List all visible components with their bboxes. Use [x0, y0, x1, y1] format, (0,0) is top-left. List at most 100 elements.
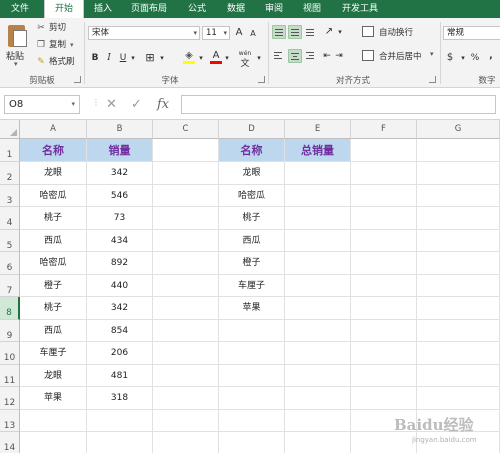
chevron-down-icon[interactable]: ▾ — [129, 51, 137, 65]
cell[interactable] — [351, 275, 417, 297]
row-header-12[interactable]: 12 — [0, 387, 20, 410]
cell[interactable] — [285, 185, 351, 207]
cell[interactable] — [285, 365, 351, 387]
alignment-launcher-icon[interactable] — [429, 76, 436, 83]
more-options-icon[interactable]: ⋮ — [92, 98, 100, 107]
percent-button[interactable]: % — [469, 51, 481, 65]
tab-formulas[interactable]: 公式 — [180, 0, 214, 18]
cell[interactable] — [20, 410, 87, 432]
table1-data-cell[interactable]: 434 — [87, 230, 153, 252]
cell[interactable] — [351, 230, 417, 252]
cell[interactable] — [417, 387, 500, 410]
table1-data-cell[interactable]: 龙眼 — [20, 162, 87, 185]
table2-data-cell[interactable]: 苹果 — [219, 297, 285, 320]
cell[interactable] — [417, 320, 500, 342]
table1-data-cell[interactable]: 车厘子 — [20, 342, 87, 365]
column-header-g[interactable]: G — [417, 120, 500, 139]
font-color-button[interactable]: A — [210, 49, 222, 64]
cell[interactable] — [417, 342, 500, 365]
cell[interactable] — [153, 387, 219, 410]
cell[interactable] — [153, 432, 219, 453]
chevron-down-icon[interactable]: ▾ — [158, 51, 166, 65]
table2-data-cell[interactable]: 哈密瓜 — [219, 185, 285, 207]
cell[interactable] — [153, 365, 219, 387]
row-header-13[interactable]: 13 — [0, 410, 20, 432]
border-icon[interactable]: ⊞ — [142, 51, 158, 65]
cell[interactable] — [351, 207, 417, 230]
number-format-select[interactable]: 常规 — [443, 26, 500, 40]
cell[interactable] — [153, 139, 219, 162]
table1-data-cell[interactable]: 892 — [87, 252, 153, 275]
tab-view[interactable]: 视图 — [296, 0, 328, 18]
font-size-select[interactable]: 11 ▾ — [202, 26, 230, 40]
cell[interactable] — [219, 432, 285, 453]
cell[interactable] — [153, 162, 219, 185]
cell[interactable] — [351, 297, 417, 320]
cell[interactable] — [285, 252, 351, 275]
column-header-f[interactable]: F — [351, 120, 417, 139]
cell[interactable] — [285, 410, 351, 432]
increase-indent-icon[interactable]: ⇥ — [334, 49, 344, 63]
format-painter-button[interactable]: ✎ 格式刷 — [36, 56, 74, 68]
table1-header-cell[interactable]: 名称 — [20, 139, 87, 162]
worksheet-grid[interactable]: A B C D E F G 1 2 3 4 5 6 7 8 9 10 11 12 13 14 名称 销量 龙眼 342 哈密瓜 54… — [0, 120, 500, 453]
cell[interactable] — [153, 320, 219, 342]
chevron-down-icon[interactable]: ▾ — [459, 51, 467, 65]
row-header-4[interactable]: 4 — [0, 207, 20, 230]
copy-button[interactable]: ❐ 复制 ▾ — [36, 39, 74, 51]
column-header-a[interactable]: A — [20, 120, 87, 139]
cell[interactable] — [285, 432, 351, 453]
comma-button[interactable]: , — [486, 49, 496, 63]
merge-center-button[interactable]: 合并后居中 ▾ — [346, 49, 438, 63]
table1-data-cell[interactable]: 318 — [87, 387, 153, 410]
table1-header-cell[interactable]: 销量 — [87, 139, 153, 162]
row-header-1[interactable]: 1 — [0, 139, 20, 162]
table1-data-cell[interactable]: 西瓜 — [20, 320, 87, 342]
cell[interactable] — [285, 162, 351, 185]
chevron-down-icon[interactable]: ▾ — [255, 51, 263, 65]
name-box[interactable]: O8 ▾ — [4, 95, 80, 114]
table1-data-cell[interactable]: 哈密瓜 — [20, 185, 87, 207]
table1-data-cell[interactable]: 481 — [87, 365, 153, 387]
cell[interactable] — [87, 432, 153, 453]
cell[interactable] — [153, 275, 219, 297]
table1-data-cell[interactable]: 桃子 — [20, 207, 87, 230]
cell[interactable] — [153, 207, 219, 230]
cell[interactable] — [417, 207, 500, 230]
table1-data-cell[interactable]: 73 — [87, 207, 153, 230]
cell[interactable] — [417, 297, 500, 320]
cell[interactable] — [417, 139, 500, 162]
cell[interactable] — [351, 162, 417, 185]
insert-function-icon[interactable]: fx — [157, 95, 169, 114]
cell[interactable] — [351, 252, 417, 275]
cell[interactable] — [285, 275, 351, 297]
align-top-icon[interactable] — [272, 25, 286, 39]
cell[interactable] — [285, 297, 351, 320]
row-header-5[interactable]: 5 — [0, 230, 20, 252]
cell[interactable] — [153, 252, 219, 275]
table2-data-cell[interactable]: 车厘子 — [219, 275, 285, 297]
row-header-3[interactable]: 3 — [0, 185, 20, 207]
tab-data[interactable]: 数据 — [220, 0, 252, 18]
row-header-10[interactable]: 10 — [0, 342, 20, 365]
table2-data-cell[interactable]: 西瓜 — [219, 230, 285, 252]
cell[interactable] — [219, 410, 285, 432]
table1-data-cell[interactable]: 苹果 — [20, 387, 87, 410]
row-header-14[interactable]: 14 — [0, 432, 20, 453]
column-header-c[interactable]: C — [153, 120, 219, 139]
cell[interactable] — [285, 320, 351, 342]
cell[interactable] — [351, 365, 417, 387]
align-left-icon[interactable] — [272, 49, 286, 63]
decrease-font-button[interactable]: A — [248, 27, 258, 41]
table1-data-cell[interactable]: 342 — [87, 162, 153, 185]
clipboard-launcher-icon[interactable] — [74, 76, 81, 83]
chevron-down-icon[interactable]: ▾ — [223, 51, 231, 65]
tab-file[interactable]: 文件 — [0, 0, 40, 18]
cell[interactable] — [219, 365, 285, 387]
fill-color-button[interactable]: ◈ — [182, 49, 196, 64]
table1-data-cell[interactable]: 橙子 — [20, 275, 87, 297]
row-header-9[interactable]: 9 — [0, 320, 20, 342]
table1-data-cell[interactable]: 342 — [87, 297, 153, 320]
cancel-entry-icon[interactable]: ✕ — [106, 95, 117, 114]
cell[interactable] — [417, 230, 500, 252]
